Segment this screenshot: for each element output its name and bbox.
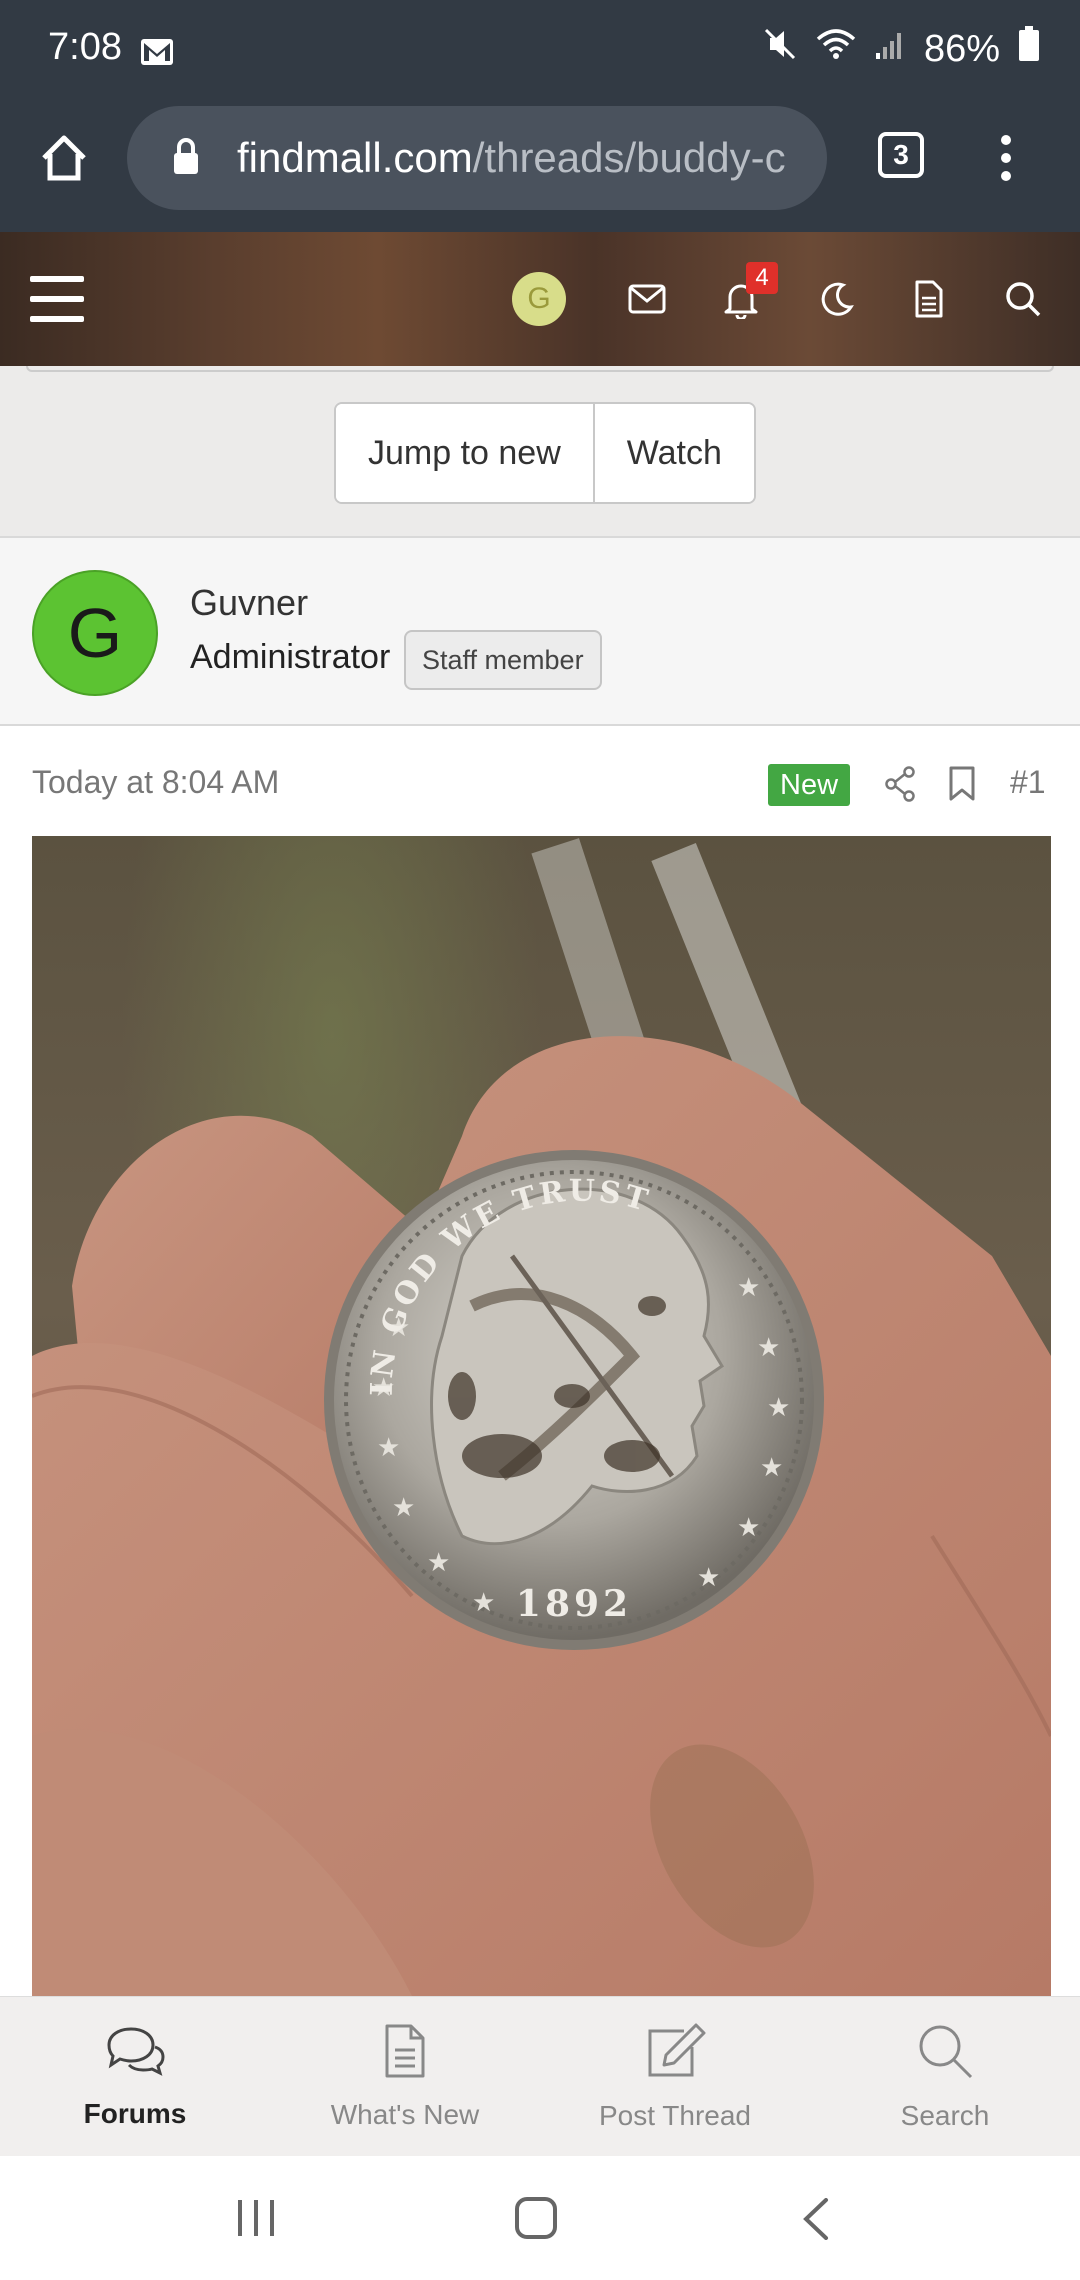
home-nav-icon[interactable] — [514, 2196, 558, 2245]
new-badge: New — [768, 764, 851, 806]
tab-search-label: Search — [900, 2099, 990, 2131]
jump-to-new-button[interactable]: Jump to new — [336, 404, 593, 502]
svg-text:★: ★ — [427, 1548, 450, 1578]
tab-whats-new[interactable]: What's New — [270, 1997, 540, 2157]
bookmark-icon[interactable] — [948, 766, 976, 807]
tab-whats-new-label: What's New — [330, 2098, 480, 2130]
share-icon[interactable] — [884, 766, 916, 807]
whats-new-document-icon — [383, 2024, 427, 2085]
post-photo[interactable]: ★ ★ ★ ★ ★ ★ ★ ★ ★ ★ ★ ★ IN GOD WE TRUST 1892 — [32, 836, 1051, 1996]
svg-text:★: ★ — [697, 1563, 720, 1593]
staff-badge: Staff member — [404, 630, 602, 690]
svg-text:★: ★ — [737, 1273, 760, 1303]
svg-text:★: ★ — [472, 1588, 495, 1618]
svg-text:★: ★ — [377, 1433, 400, 1463]
forum-header: G 4 — [0, 232, 1080, 366]
thread-actions-area: Jump to new Watch — [0, 366, 1080, 536]
tab-post-thread-label: Post Thread — [598, 2099, 752, 2131]
bottom-tab-bar: Forums What's New Post Thread Search — [0, 1996, 1080, 2156]
search-icon[interactable] — [996, 272, 1050, 326]
url-path: /threads/buddy-c — [472, 134, 786, 181]
svg-text:★: ★ — [767, 1393, 790, 1423]
battery-level: 86% — [923, 27, 1000, 70]
search-icon — [917, 2023, 973, 2086]
recent-apps-icon[interactable] — [236, 2198, 276, 2243]
user-avatar-initial: G — [512, 272, 566, 326]
tab-search[interactable]: Search — [810, 1997, 1080, 2157]
whats-new-document-icon[interactable] — [902, 272, 956, 326]
tab-switcher-button[interactable]: 3 — [878, 132, 924, 178]
watch-button[interactable]: Watch — [592, 404, 754, 502]
signal-icon — [874, 28, 906, 71]
alerts-count-badge: 4 — [746, 262, 778, 294]
battery-icon — [1018, 26, 1040, 72]
post: Today at 8:04 AM New #1 ★ ★ ★ ★ ★ ★ ★ ★ … — [0, 726, 1080, 1996]
wifi-icon — [816, 27, 856, 71]
svg-text:★: ★ — [760, 1453, 783, 1483]
forums-chat-bubbles-icon — [103, 2025, 167, 2084]
tab-post-thread[interactable]: Post Thread — [540, 1997, 810, 2157]
mute-icon — [762, 26, 798, 72]
lock-icon — [171, 136, 201, 181]
post-number[interactable]: #1 — [1010, 764, 1046, 801]
address-bar[interactable]: findmall.com/threads/buddy-c — [127, 106, 827, 210]
svg-text:★: ★ — [737, 1513, 760, 1543]
url-domain: findmall.com — [237, 134, 473, 181]
inbox-icon[interactable] — [620, 272, 674, 326]
author-avatar[interactable]: G — [32, 570, 158, 696]
user-avatar-button[interactable]: G — [512, 272, 566, 326]
thread-button-group: Jump to new Watch — [334, 402, 756, 504]
status-time: 7:08 — [48, 26, 122, 68]
browser-toolbar: findmall.com/threads/buddy-c 3 — [0, 104, 1080, 232]
tab-forums-label: Forums — [83, 2097, 187, 2129]
author-name[interactable]: Guvner — [190, 582, 308, 624]
status-bar: 7:08 86% — [0, 0, 1080, 104]
gmail-notification-icon — [140, 38, 174, 71]
post-author-bar: G Guvner Administrator Staff member — [0, 536, 1080, 726]
more-menu-icon[interactable] — [990, 132, 1022, 189]
edit-pencil-icon — [644, 2023, 706, 2086]
coin-in-hand-photo: ★★★ ★★★ ★★★ ★★★ IN GOD WE TRUST 1892 — [32, 838, 1051, 1996]
svg-text:★: ★ — [392, 1493, 415, 1523]
home-icon[interactable] — [38, 132, 90, 189]
url-text[interactable]: findmall.com/threads/buddy-c — [237, 134, 807, 182]
hamburger-menu-icon[interactable] — [30, 276, 84, 327]
post-date[interactable]: Today at 8:04 AM — [32, 764, 279, 801]
tab-forums[interactable]: Forums — [0, 1997, 270, 2157]
dark-mode-moon-icon[interactable] — [810, 272, 864, 326]
author-title: Administrator — [190, 638, 391, 676]
previous-block-edge — [26, 366, 1054, 372]
system-navigation-bar — [0, 2156, 1080, 2280]
back-nav-icon[interactable] — [802, 2198, 830, 2245]
coin-year-text: 1892 — [516, 1583, 632, 1625]
svg-text:★: ★ — [757, 1333, 780, 1363]
